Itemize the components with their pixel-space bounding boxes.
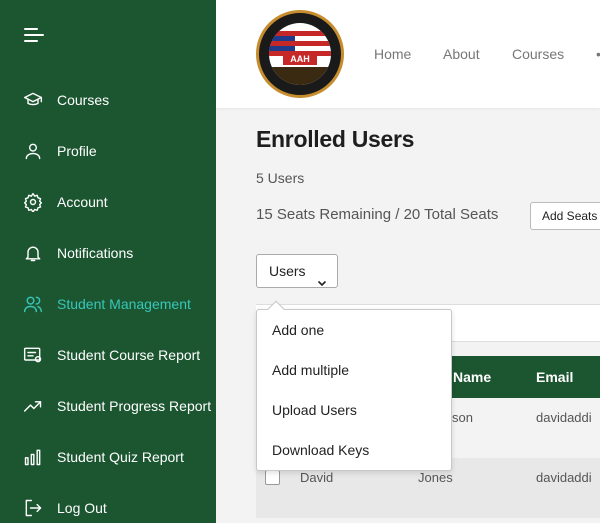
sidebar-item-notifications[interactable]: Notifications <box>0 237 216 269</box>
sidebar: Courses Profile Account Notifications St… <box>0 0 216 523</box>
menu-item-add-one[interactable]: Add one <box>272 322 324 338</box>
nav-more-link[interactable]: • <box>596 46 600 62</box>
email-cell: davidaddi <box>536 410 592 425</box>
column-header-email[interactable]: Email <box>536 369 573 385</box>
menu-item-download-keys[interactable]: Download Keys <box>272 442 369 458</box>
sidebar-item-label: Profile <box>57 143 97 159</box>
sidebar-item-log-out[interactable]: Log Out <box>0 492 216 523</box>
graduation-cap-icon <box>22 89 44 111</box>
trending-up-icon <box>22 395 44 417</box>
first-name-cell: David <box>300 470 334 485</box>
users-icon <box>22 293 44 315</box>
users-dropdown-label: Users <box>269 263 306 279</box>
sidebar-item-label: Student Course Report <box>57 347 201 363</box>
user-count: 5 Users <box>256 170 305 186</box>
page-title: Enrolled Users <box>256 126 415 152</box>
menu-item-add-multiple[interactable]: Add multiple <box>272 362 349 378</box>
top-header: AAH Home About Courses • <box>216 0 600 108</box>
bell-icon <box>22 242 44 264</box>
report-icon <box>22 344 44 366</box>
nav-home-link[interactable]: Home <box>374 46 411 62</box>
add-seats-button[interactable]: Add Seats <box>530 202 600 230</box>
sidebar-item-label: Account <box>57 194 108 210</box>
sidebar-item-student-management[interactable]: Student Management <box>0 288 216 320</box>
sidebar-item-label: Courses <box>57 92 110 108</box>
sidebar-item-label: Student Quiz Report <box>57 449 184 465</box>
logo-mark: AAH <box>283 53 317 65</box>
menu-item-upload-users[interactable]: Upload Users <box>272 402 357 418</box>
site-logo[interactable]: AAH <box>256 10 344 98</box>
email-cell: davidaddi <box>536 470 592 485</box>
sidebar-item-student-course-report[interactable]: Student Course Report <box>0 339 216 371</box>
sidebar-item-student-quiz-report[interactable]: Student Quiz Report <box>0 441 216 473</box>
sidebar-item-profile[interactable]: Profile <box>0 135 216 167</box>
sidebar-item-label: Notifications <box>57 245 134 261</box>
last-name-cell: son <box>452 410 473 425</box>
nav-about-link[interactable]: About <box>443 46 480 62</box>
bar-chart-icon <box>22 446 44 468</box>
sidebar-item-account[interactable]: Account <box>0 186 216 218</box>
sidebar-item-label: Log Out <box>57 500 107 516</box>
chevron-down-icon <box>317 267 327 287</box>
sidebar-item-courses[interactable]: Courses <box>0 84 216 116</box>
row-checkbox[interactable] <box>265 470 280 485</box>
sidebar-item-label: Student Management <box>57 296 191 312</box>
last-name-cell: Jones <box>418 470 453 485</box>
seats-summary: 15 Seats Remaining / 20 Total Seats <box>256 206 499 223</box>
nav-courses-link[interactable]: Courses <box>512 46 564 62</box>
users-dropdown-button[interactable]: Users <box>256 254 338 288</box>
users-dropdown-menu: Add one Add multiple Upload Users Downlo… <box>256 300 452 471</box>
logout-icon <box>22 497 44 519</box>
sidebar-item-student-progress-report[interactable]: Student Progress Report <box>0 390 216 422</box>
sidebar-item-label: Student Progress Report <box>57 398 212 414</box>
hamburger-menu-icon[interactable] <box>24 28 44 46</box>
gear-icon <box>22 191 44 213</box>
column-header-last-name[interactable]: Name <box>453 369 491 385</box>
user-icon <box>22 140 44 162</box>
